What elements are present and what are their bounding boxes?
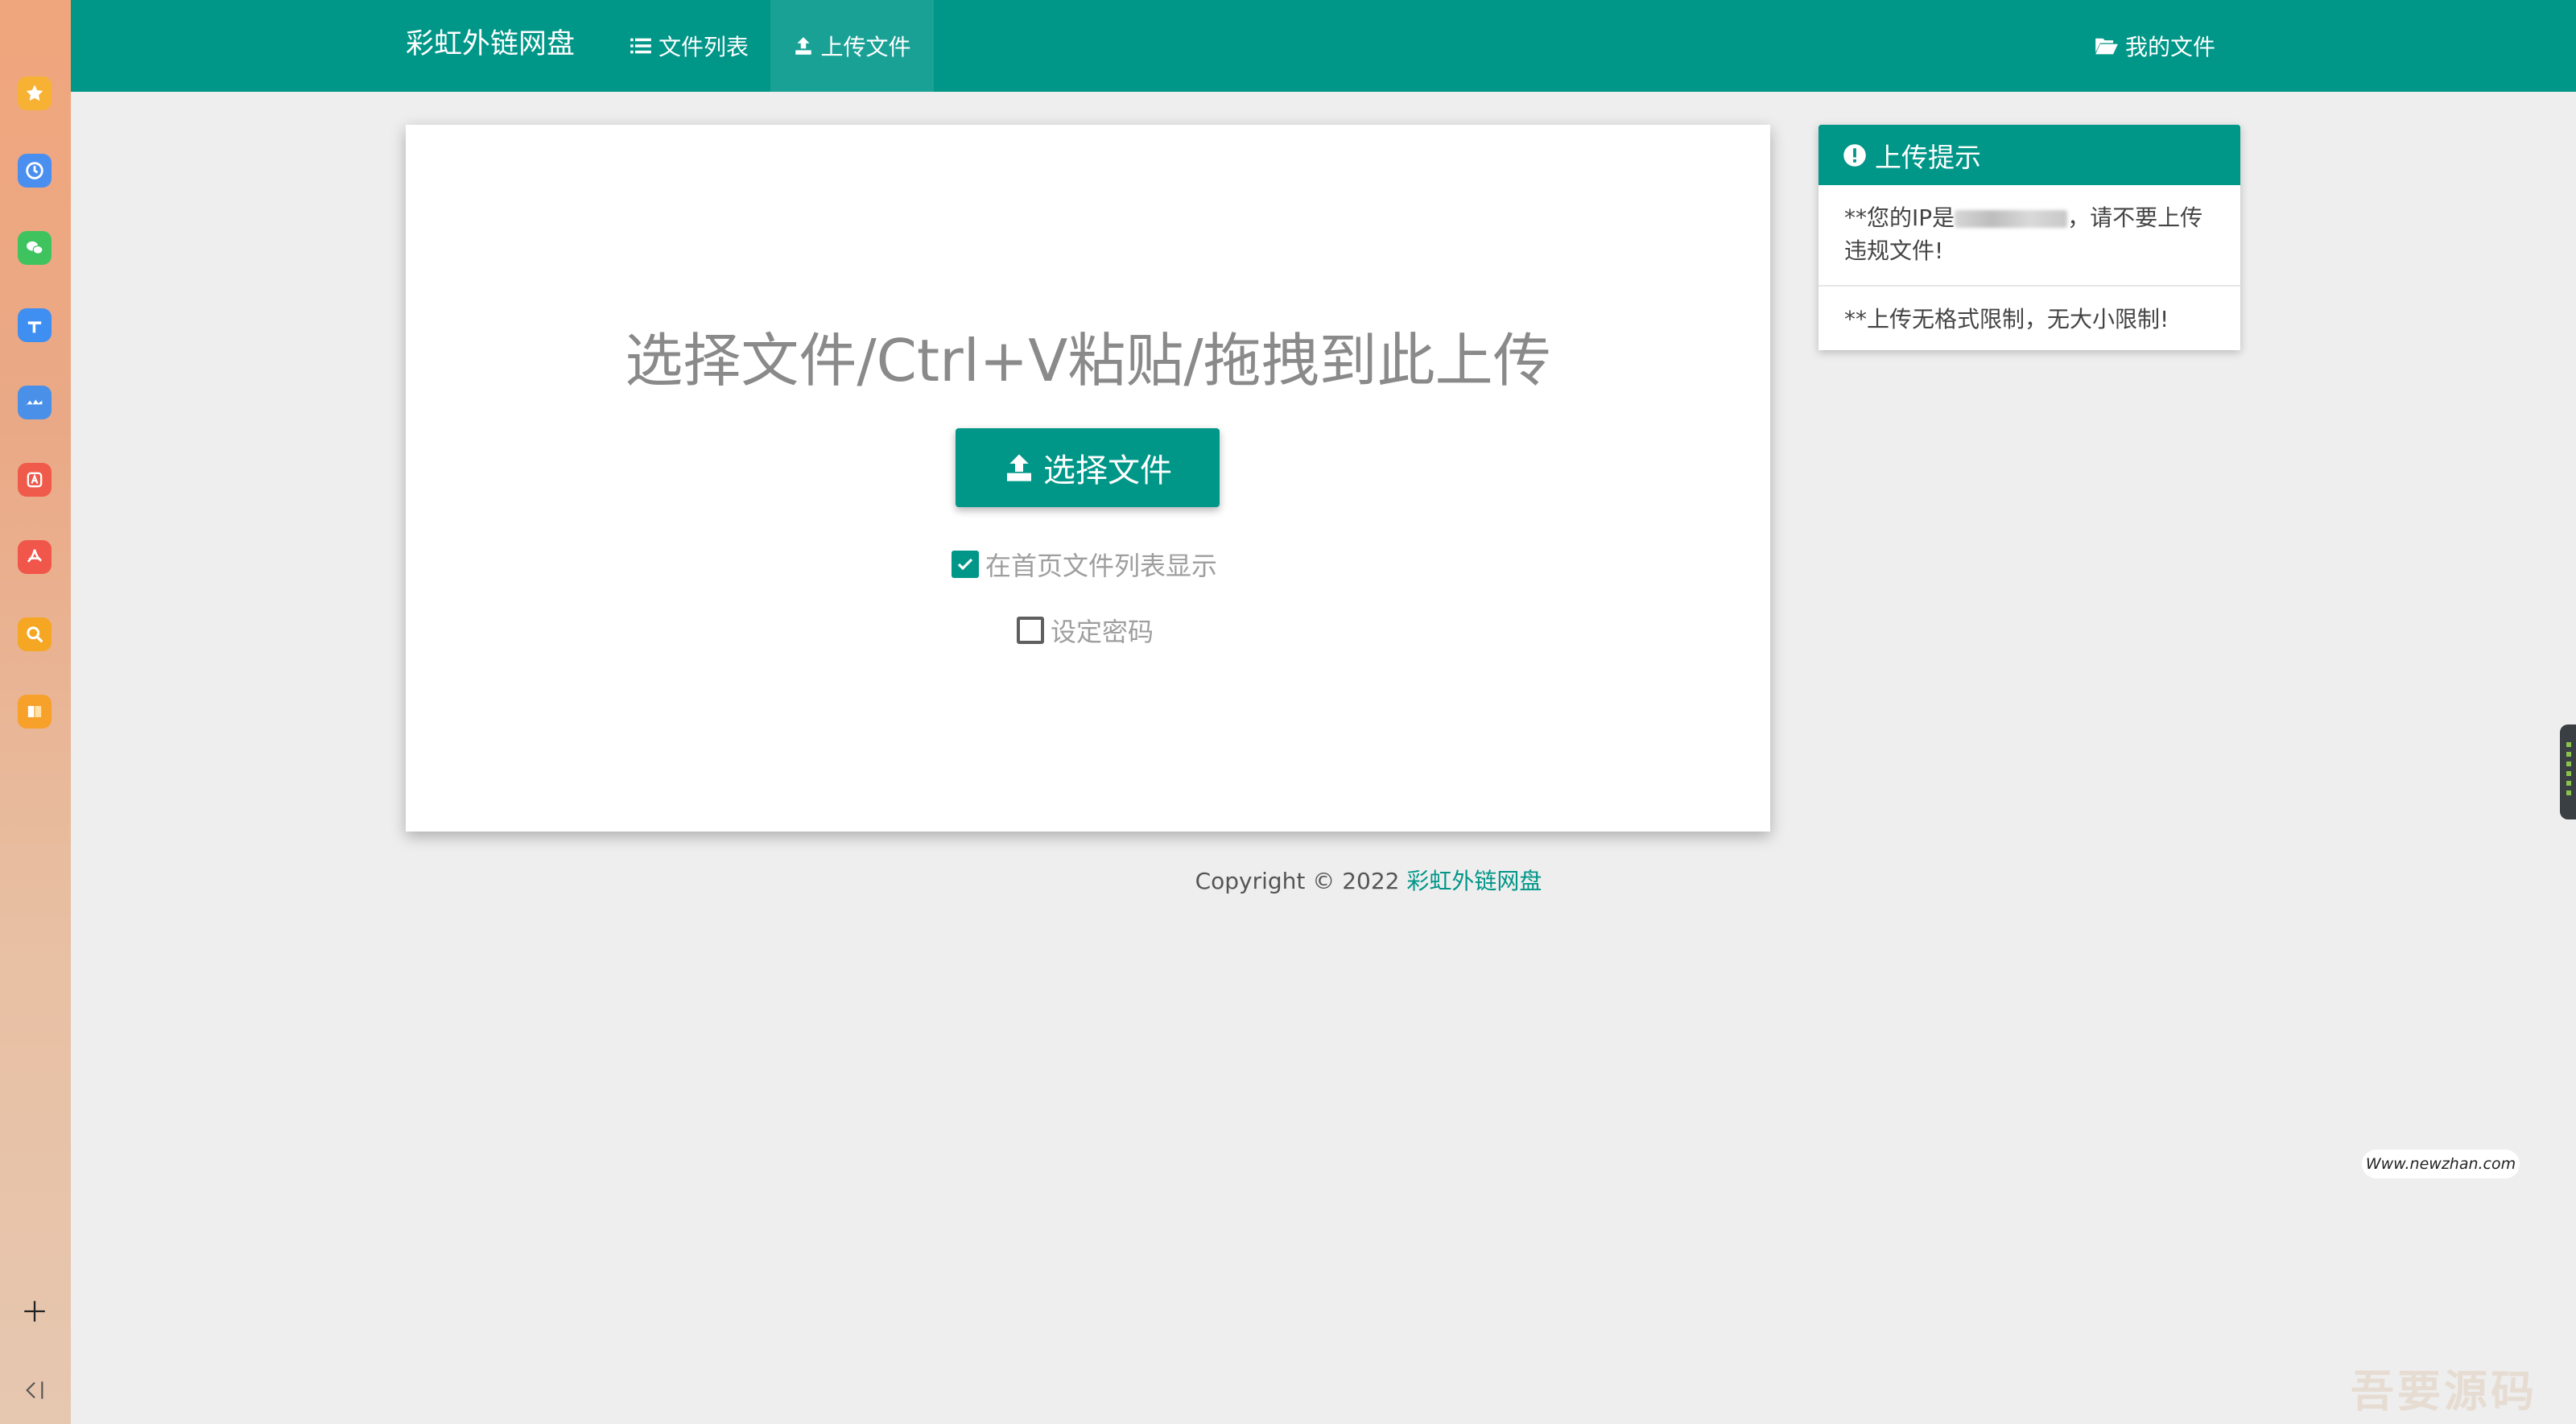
collapse-sidebar-icon[interactable] — [18, 1373, 52, 1407]
clock-icon[interactable] — [18, 154, 52, 188]
pdf-icon[interactable] — [18, 540, 52, 574]
folder-open-icon — [2095, 38, 2118, 55]
set-password-checkbox[interactable] — [1017, 617, 1044, 644]
search-icon[interactable] — [18, 617, 52, 651]
nav-file-list[interactable]: 文件列表 — [617, 0, 762, 92]
show-on-home-option[interactable]: 在首页文件列表显示 — [952, 546, 1217, 583]
book-icon[interactable] — [18, 695, 52, 729]
show-on-home-checkbox[interactable] — [952, 551, 979, 578]
site-brand[interactable]: 彩虹外链网盘 — [406, 0, 575, 92]
star-icon[interactable] — [18, 76, 52, 110]
site-watermark: Www.newzhan.com — [2362, 1150, 2520, 1178]
tips-title: 上传提示 — [1875, 141, 1981, 173]
redacted-ip — [1955, 210, 2068, 228]
upload-tips-card: 上传提示 **您的IP是 ，请不要上传违规文件! **上传无格式限制，无大小限制! — [1818, 125, 2240, 350]
tip-no-limit: **上传无格式限制，无大小限制! — [1818, 287, 2240, 353]
upload-icon — [795, 37, 812, 55]
tip-no-limit-text: **上传无格式限制，无大小限制! — [1844, 306, 2169, 332]
nav-my-files[interactable]: 我的文件 — [2095, 0, 2215, 92]
nav-upload-label: 上传文件 — [820, 34, 911, 60]
upload-icon — [1007, 454, 1031, 481]
set-password-option[interactable]: 设定密码 — [1017, 612, 1154, 649]
choose-file-label: 选择文件 — [1043, 452, 1172, 489]
browser-sidebar — [0, 0, 71, 1424]
set-password-label: 设定密码 — [1051, 617, 1154, 647]
side-panel-handle[interactable] — [2560, 724, 2576, 819]
tips-header: 上传提示 — [1818, 125, 2240, 185]
choose-file-button[interactable]: 选择文件 — [956, 428, 1220, 507]
nav-file-list-label: 文件列表 — [658, 34, 749, 60]
translate-icon[interactable] — [18, 463, 52, 497]
nav-my-files-label: 我的文件 — [2125, 34, 2216, 60]
corner-watermark: 吾要源码 — [2351, 1365, 2537, 1417]
wechat-icon[interactable] — [18, 231, 52, 265]
copyright-text: Copyright © 2022 — [1195, 868, 1400, 894]
top-navbar: 彩虹外链网盘 文件列表 上传文件 我的文件 — [71, 0, 2576, 92]
plane-icon[interactable] — [18, 308, 52, 342]
upload-heading: 选择文件/Ctrl+V粘贴/拖拽到此上传 — [625, 327, 1551, 394]
tip-ip-warning: **您的IP是 ，请不要上传违规文件! — [1818, 185, 2240, 287]
check-icon — [957, 558, 973, 571]
add-icon[interactable] — [18, 1294, 52, 1328]
wave-icon[interactable] — [18, 386, 52, 419]
list-icon — [630, 38, 651, 54]
tip-ip-before: **您的IP是 — [1844, 204, 1955, 231]
exclamation-circle-icon — [1843, 143, 1866, 167]
show-on-home-label: 在首页文件列表显示 — [985, 551, 1218, 581]
copyright: Copyright © 2022 彩虹外链网盘 — [966, 864, 1771, 896]
nav-upload[interactable]: 上传文件 — [770, 0, 934, 92]
copyright-site-link[interactable]: 彩虹外链网盘 — [1406, 868, 1542, 894]
